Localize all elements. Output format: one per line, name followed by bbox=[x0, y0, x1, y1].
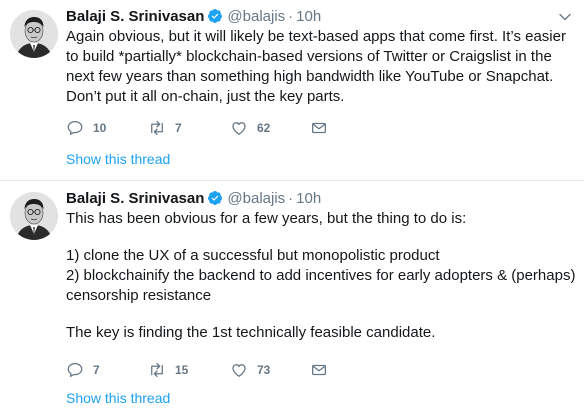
author-name[interactable]: Balaji S. Srinivasan bbox=[66, 8, 204, 25]
tweet[interactable]: Balaji S. Srinivasan @balajis · 10h Again o… bbox=[0, 0, 584, 181]
retweet-button[interactable]: 7 bbox=[148, 118, 182, 138]
chevron-down-icon[interactable] bbox=[558, 10, 572, 24]
like-button[interactable]: 62 bbox=[230, 118, 270, 138]
tweet-text-line: 2) blockchainify the backend to add ince… bbox=[66, 267, 576, 304]
like-count: 62 bbox=[257, 121, 271, 135]
separator: · bbox=[288, 8, 294, 25]
reply-icon bbox=[67, 362, 83, 378]
author-handle[interactable]: @balajis bbox=[227, 190, 285, 207]
tweet[interactable]: Balaji S. Srinivasan @balajis · 10h This ha… bbox=[0, 182, 584, 416]
tweet-text-line: This has been obvious for a few years, b… bbox=[66, 210, 467, 227]
author-name[interactable]: Balaji S. Srinivasan bbox=[66, 190, 204, 207]
tweet-text: Again obvious, but it will likely be tex… bbox=[66, 28, 566, 105]
reply-icon bbox=[67, 120, 83, 136]
tweet-header: Balaji S. Srinivasan @balajis · 10h bbox=[66, 189, 321, 209]
envelope-icon bbox=[311, 364, 327, 376]
verified-badge-icon bbox=[208, 191, 223, 205]
envelope-icon bbox=[311, 122, 327, 134]
verified-badge-icon bbox=[208, 9, 223, 23]
reply-button[interactable]: 10 bbox=[66, 118, 106, 138]
direct-message-button[interactable] bbox=[310, 118, 328, 138]
reply-count: 10 bbox=[93, 121, 107, 135]
tweet-text-line: The key is finding the 1st technically f… bbox=[66, 324, 436, 341]
show-thread-link[interactable]: Show this thread bbox=[66, 150, 170, 168]
retweet-button[interactable]: 15 bbox=[148, 360, 188, 380]
tweet-header: Balaji S. Srinivasan @balajis · 10h bbox=[66, 7, 321, 27]
author-handle[interactable]: @balajis bbox=[227, 8, 285, 25]
tweet-text: This has been obvious for a few years, b… bbox=[66, 209, 576, 343]
timestamp[interactable]: 10h bbox=[296, 190, 321, 207]
heart-icon bbox=[232, 122, 246, 135]
reply-button[interactable]: 7 bbox=[66, 360, 100, 380]
heart-icon bbox=[232, 364, 246, 377]
retweet-icon bbox=[151, 120, 163, 136]
avatar[interactable] bbox=[10, 10, 58, 58]
direct-message-button[interactable] bbox=[310, 360, 328, 380]
like-button[interactable]: 73 bbox=[230, 360, 270, 380]
retweet-icon bbox=[151, 362, 163, 378]
retweet-count: 7 bbox=[175, 121, 182, 135]
like-count: 73 bbox=[257, 363, 271, 377]
tweet-actions: 10 7 62 bbox=[66, 118, 346, 138]
separator: · bbox=[288, 190, 294, 207]
retweet-count: 15 bbox=[175, 363, 189, 377]
show-thread-link[interactable]: Show this thread bbox=[66, 389, 170, 407]
tweet-divider bbox=[0, 180, 584, 181]
tweet-text-line: 1) clone the UX of a successful but mono… bbox=[66, 247, 440, 264]
tweet-actions: 7 15 73 bbox=[66, 360, 346, 380]
reply-count: 7 bbox=[93, 363, 100, 377]
timestamp[interactable]: 10h bbox=[296, 8, 321, 25]
avatar[interactable] bbox=[10, 192, 58, 240]
